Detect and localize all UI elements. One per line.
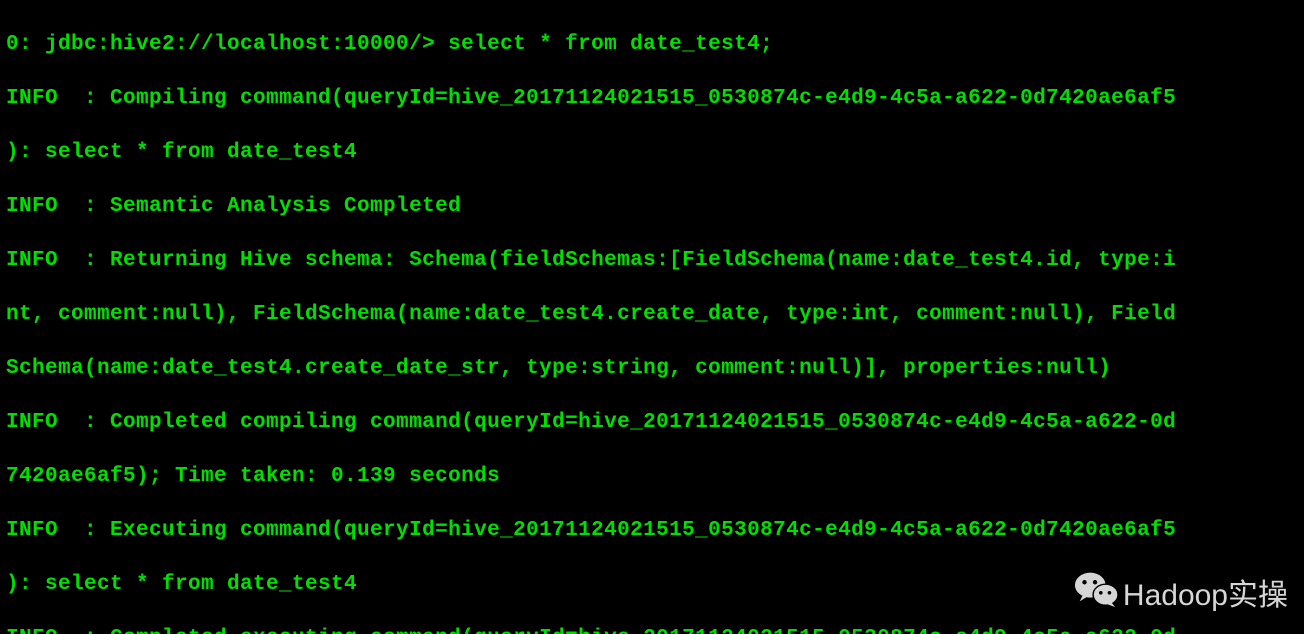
watermark: Hadoop实操 [1073,568,1288,616]
log-line: INFO : Returning Hive schema: Schema(fie… [6,247,1298,274]
prompt: 0: jdbc:hive2://localhost:10000/> [6,33,448,56]
prompt-line: 0: jdbc:hive2://localhost:10000/> select… [6,31,1298,58]
log-line: INFO : Completed compiling command(query… [6,409,1298,436]
log-line: INFO : Completed executing command(query… [6,625,1298,634]
log-line: Schema(name:date_test4.create_date_str, … [6,355,1298,382]
log-line: INFO : Compiling command(queryId=hive_20… [6,85,1298,112]
watermark-text: Hadoop实操 [1123,570,1288,614]
log-line: INFO : Semantic Analysis Completed [6,193,1298,220]
log-line: INFO : Executing command(queryId=hive_20… [6,517,1298,544]
log-line: 7420ae6af5); Time taken: 0.139 seconds [6,463,1298,490]
terminal-output[interactable]: 0: jdbc:hive2://localhost:10000/> select… [0,0,1304,634]
typed-command: select * from date_test4; [448,33,773,56]
wechat-icon [1073,568,1119,616]
log-line: nt, comment:null), FieldSchema(name:date… [6,301,1298,328]
log-line: ): select * from date_test4 [6,139,1298,166]
